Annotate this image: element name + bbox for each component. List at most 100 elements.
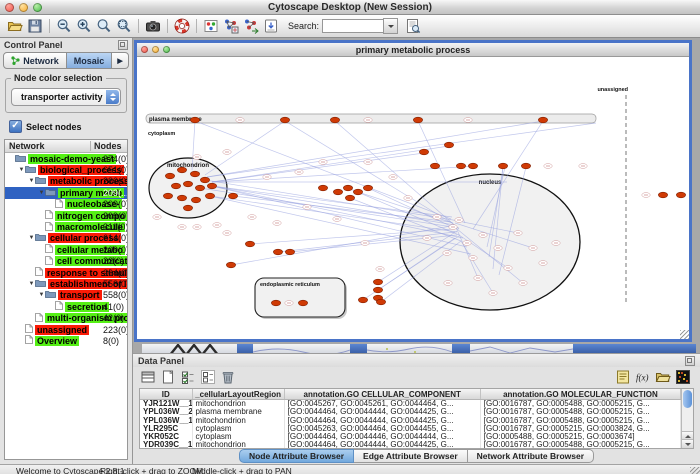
float-panel-icon[interactable] <box>685 356 695 366</box>
table-row[interactable]: YKR052Ccytoplasm[GO:0044464, GO:0044446,… <box>140 433 681 441</box>
selected-gene-node[interactable] <box>456 163 465 169</box>
selected-gene-node[interactable] <box>343 185 352 191</box>
tab-network[interactable]: Network <box>3 52 67 69</box>
matrix-icon[interactable] <box>674 369 692 386</box>
background-window-fragment[interactable] <box>367 344 452 353</box>
table-column-header[interactable]: annotation.GO CELLULAR_COMPONENT <box>284 389 480 400</box>
selected-gene-node[interactable] <box>190 117 199 123</box>
expand-triangle-icon[interactable]: ▼ <box>38 292 45 298</box>
tree-row-biological-process[interactable]: ▼biological_process651(0) <box>5 164 127 175</box>
background-window-edge[interactable] <box>452 344 470 353</box>
selected-gene-node[interactable] <box>373 279 382 285</box>
network-view-icon[interactable] <box>222 17 240 35</box>
tree-row-mosaic-demo-yeast[interactable]: mosaic-demo-yeast874(0) <box>5 153 127 164</box>
selected-gene-node[interactable] <box>171 183 180 189</box>
tree-row-cellular-process[interactable]: ▼cellular process614(0) <box>5 233 127 244</box>
background-window-edge[interactable] <box>350 344 367 353</box>
tree-row-response-to-stimul[interactable]: response to stimul264(0) <box>5 267 127 278</box>
tabs-overflow-button[interactable]: ▶ <box>112 52 128 69</box>
tree-row-cellular-metabo[interactable]: cellular metabo209(0) <box>5 244 127 255</box>
selected-gene-node[interactable] <box>521 163 530 169</box>
selected-gene-node[interactable] <box>191 197 200 203</box>
network-window-titlebar[interactable]: primary metabolic process <box>137 43 689 57</box>
selected-gene-node[interactable] <box>163 193 172 199</box>
attribute-list-icon[interactable] <box>614 369 632 386</box>
background-window-fragment[interactable] <box>470 344 573 353</box>
vizmapper-icon[interactable] <box>202 17 220 35</box>
selected-gene-node[interactable] <box>177 167 186 173</box>
selected-gene-node[interactable] <box>298 300 307 306</box>
tab-edge-attribute-browser[interactable]: Edge Attribute Browser <box>354 449 468 463</box>
tree-row-secretion[interactable]: secretion41(0) <box>5 301 127 312</box>
network-edge-icon[interactable] <box>242 17 260 35</box>
selected-gene-node[interactable] <box>207 183 216 189</box>
unselect-attributes-icon[interactable] <box>199 369 217 386</box>
tree-row-multi-organism-pro[interactable]: multi-organism pro42(0) <box>5 312 127 323</box>
select-attributes-icon[interactable] <box>179 369 197 386</box>
selected-gene-node[interactable] <box>245 241 254 247</box>
tab-mosaic[interactable]: Mosaic <box>67 52 113 69</box>
expand-triangle-icon[interactable]: ▼ <box>28 235 35 241</box>
selected-gene-node[interactable] <box>165 173 174 179</box>
selected-gene-node[interactable] <box>280 117 289 123</box>
save-icon[interactable] <box>26 17 44 35</box>
background-window-edge[interactable] <box>237 344 253 353</box>
node-color-dropdown[interactable]: transporter activity <box>11 88 121 106</box>
selected-gene-node[interactable] <box>183 205 192 211</box>
column-nodes[interactable]: Nodes <box>91 141 127 151</box>
selected-gene-node[interactable] <box>190 171 199 177</box>
network-view-window[interactable]: primary metabolic process plasma membran… <box>134 40 692 342</box>
table-row[interactable]: YPL036W__2plasma membrane[GO:0044464, GO… <box>140 408 681 416</box>
expand-triangle-icon[interactable]: ▼ <box>28 281 35 287</box>
expand-triangle-icon[interactable]: ▼ <box>28 178 35 184</box>
selected-gene-node[interactable] <box>363 185 372 191</box>
scroll-down-button[interactable] <box>682 439 693 448</box>
zoom-out-icon[interactable] <box>55 17 73 35</box>
network-graph[interactable]: plasma membranecytoplasmmitochondrionnuc… <box>137 57 689 339</box>
selected-gene-node[interactable] <box>183 181 192 187</box>
help-lifering-icon[interactable] <box>173 17 191 35</box>
selected-gene-node[interactable] <box>195 185 204 191</box>
selected-gene-node[interactable] <box>444 142 453 148</box>
selected-gene-node[interactable] <box>468 163 477 169</box>
selected-gene-node[interactable] <box>273 249 282 255</box>
table-column-header[interactable]: ID <box>140 389 192 400</box>
column-network[interactable]: Network <box>5 141 91 151</box>
tree-row-cell-communicat[interactable]: cell communicat22(0) <box>5 256 127 267</box>
table-row[interactable]: YJR121W__1mitochondrion[GO:0045267, GO:0… <box>140 400 681 409</box>
background-window-fragment[interactable] <box>142 344 237 353</box>
selected-gene-node[interactable] <box>205 193 214 199</box>
selected-gene-node[interactable] <box>419 149 428 155</box>
tree-row-primary-metab[interactable]: ▼primary metab209(... <box>5 187 127 198</box>
snapshot-camera-icon[interactable] <box>144 17 162 35</box>
tree-row-metabolic-process[interactable]: ▼metabolic process280(0) <box>5 176 127 187</box>
selected-gene-node[interactable] <box>498 163 507 169</box>
network-canvas[interactable]: plasma membranecytoplasmmitochondrionnuc… <box>137 57 689 339</box>
tree-row-overview[interactable]: Overview8(0) <box>5 335 127 346</box>
zoom-fit-icon[interactable] <box>95 17 113 35</box>
selected-gene-node[interactable] <box>200 177 209 183</box>
table-row[interactable]: YLR295Ccytoplasm[GO:0045263, GO:0044464,… <box>140 425 681 433</box>
selected-gene-node[interactable] <box>376 299 385 305</box>
import-attributes-icon[interactable] <box>654 369 672 386</box>
tree-row-unassigned[interactable]: unassigned223(0) <box>5 324 127 335</box>
selected-gene-node[interactable] <box>228 193 237 199</box>
table-scrollbar[interactable] <box>681 389 693 448</box>
background-window-fragment[interactable] <box>253 344 350 353</box>
tree-row-establishment-of-lo[interactable]: ▼establishment of lo558(0) <box>5 278 127 289</box>
annotation-icon[interactable] <box>262 17 280 35</box>
window-resize-grip[interactable] <box>680 330 689 339</box>
selected-gene-node[interactable] <box>413 117 422 123</box>
attribute-table-icon[interactable] <box>139 369 157 386</box>
selected-gene-node[interactable] <box>345 195 354 201</box>
tree-row-macromolecule[interactable]: macromolecule311(0) <box>5 221 127 232</box>
selected-gene-node[interactable] <box>285 249 294 255</box>
tree-row-nitrogen-compo[interactable]: nitrogen compo209(0) <box>5 210 127 221</box>
enhanced-search-icon[interactable] <box>404 17 422 35</box>
selected-gene-node[interactable] <box>226 262 235 268</box>
table-column-header[interactable]: _cellularLayoutRegion <box>192 389 284 400</box>
tree-row-transport[interactable]: ▼transport558(0) <box>5 290 127 301</box>
app-resize-grip[interactable] <box>690 467 700 474</box>
tree-row-nucleobase-[interactable]: nucleobase-209(0) <box>5 199 127 210</box>
table-column-header[interactable]: annotation.GO MOLECULAR_FUNCTION <box>480 389 680 400</box>
